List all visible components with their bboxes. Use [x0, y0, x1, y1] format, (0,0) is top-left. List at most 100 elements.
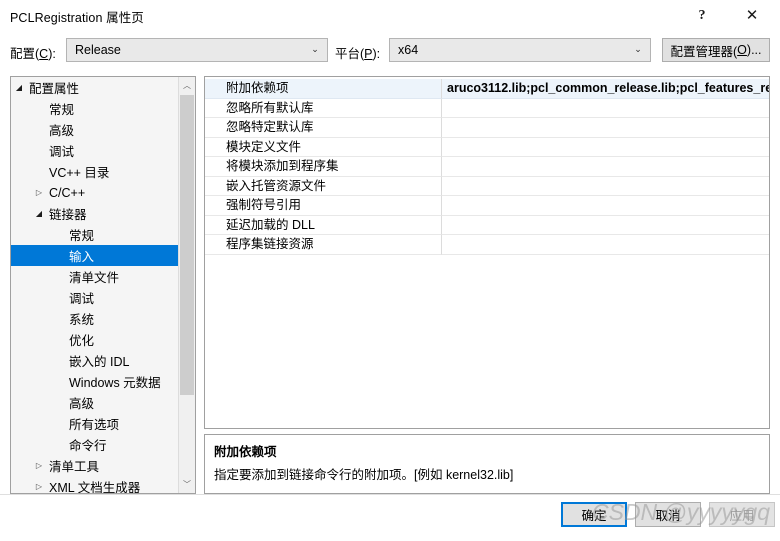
property-row[interactable]: 忽略所有默认库 [205, 98, 769, 118]
property-name: 模块定义文件 [205, 138, 441, 157]
scrollbar-thumb[interactable] [180, 95, 194, 395]
tree-item-3[interactable]: 调试 [11, 140, 179, 161]
chevron-down-icon: ⌄ [311, 44, 319, 55]
tree-item-label: 清单工具 [49, 460, 100, 474]
chevron-down-icon: ⌄ [634, 44, 642, 55]
configuration-combobox[interactable]: Release ⌄ [66, 38, 328, 62]
apply-button: 应用 [709, 502, 775, 527]
tree-item-label: 链接器 [49, 208, 87, 222]
tree-item-17[interactable]: 命令行 [11, 434, 179, 455]
tree-item-label: 清单文件 [69, 271, 120, 285]
property-value[interactable] [441, 98, 769, 118]
ok-button[interactable]: 确定 [561, 502, 627, 527]
tree-item-12[interactable]: 优化 [11, 329, 179, 350]
property-row[interactable]: 延迟加载的 DLL [205, 215, 769, 235]
property-name: 附加依赖项 [205, 79, 441, 99]
tree-item-5[interactable]: ▷ C/C++ [11, 182, 179, 203]
tree-item-2[interactable]: 高级 [11, 119, 179, 140]
tree-item-label: XML 文档生成器 [49, 481, 141, 493]
property-grid[interactable]: 附加依赖项 aruco3112.lib;pcl_common_release.li… [205, 79, 769, 255]
property-value[interactable] [441, 215, 769, 235]
tree-item-16[interactable]: 所有选项 [11, 413, 179, 434]
platform-label: 平台(P): [335, 47, 381, 61]
tree-item-label: C/C++ [49, 185, 86, 200]
expander-expanded-icon[interactable]: ◢ [31, 209, 47, 218]
tree-item-label: VC++ 目录 [49, 166, 110, 180]
property-row[interactable]: 附加依赖项 aruco3112.lib;pcl_common_release.li… [205, 79, 769, 99]
tree-item-label: 嵌入的 IDL [69, 355, 130, 369]
property-name: 忽略所有默认库 [205, 99, 441, 118]
platform-combobox[interactable]: x64 ⌄ [389, 38, 651, 62]
tree-item-9[interactable]: 清单文件 [11, 266, 179, 287]
expander-collapsed-icon[interactable]: ▷ [31, 188, 47, 197]
help-button[interactable]: ? [680, 0, 724, 31]
tree-item-11[interactable]: 系统 [11, 308, 179, 329]
tree-item-7[interactable]: 常规 [11, 224, 179, 245]
tree-item-15[interactable]: 高级 [11, 392, 179, 413]
tree-item-label: 所有选项 [69, 418, 120, 432]
property-value[interactable] [441, 196, 769, 216]
tree-item-14[interactable]: Windows 元数据 [11, 371, 179, 392]
tree-item-label: 优化 [69, 334, 95, 348]
tree-item-label: 输入 [69, 250, 95, 264]
tree-item-10[interactable]: 调试 [11, 287, 179, 308]
tree-item-13[interactable]: 嵌入的 IDL [11, 350, 179, 371]
window-title: PCLRegistration 属性页 [10, 11, 144, 25]
property-value[interactable] [441, 235, 769, 255]
property-name: 延迟加载的 DLL [205, 216, 441, 235]
property-grid-panel: 附加依赖项 aruco3112.lib;pcl_common_release.li… [204, 76, 770, 429]
description-title: 附加依赖项 [214, 445, 277, 459]
property-value[interactable] [441, 137, 769, 157]
description-panel: 附加依赖项 指定要添加到链接命令行的附加项。[例如 kernel32.lib] [204, 434, 770, 494]
property-name: 将模块添加到程序集 [205, 157, 441, 177]
tree-item-label: 系统 [69, 313, 95, 327]
property-value[interactable] [441, 176, 769, 196]
expander-expanded-icon[interactable]: ◢ [11, 83, 27, 92]
description-body: 指定要添加到链接命令行的附加项。[例如 kernel32.lib] [214, 468, 514, 482]
tree-scrollbar[interactable]: ︿ ﹀ [178, 77, 195, 493]
property-tree-panel: ◢ 配置属性 常规 高级 调试 VC++ 目录 ▷ C/C++ ◢ 链接器 常规 输入 清单文件 调试 系统… [10, 76, 196, 494]
tree-item-label: 调试 [69, 292, 95, 306]
tree-item-4[interactable]: VC++ 目录 [11, 161, 179, 182]
configuration-label: 配置(C): [10, 47, 56, 61]
tree-item-label: 高级 [49, 124, 75, 138]
scroll-down-arrow-icon[interactable]: ﹀ [179, 476, 195, 493]
property-name: 程序集链接资源 [205, 235, 441, 255]
tree-item-label: 常规 [69, 229, 95, 243]
property-name: 强制符号引用 [205, 196, 441, 216]
close-button[interactable]: ✕ [730, 0, 774, 31]
tree-item-6[interactable]: ◢ 链接器 [11, 203, 179, 224]
tree-item-18[interactable]: ▷ 清单工具 [11, 455, 179, 476]
tree-item-0[interactable]: ◢ 配置属性 [11, 77, 179, 98]
property-row[interactable]: 模块定义文件 [205, 137, 769, 157]
dialog-footer: 确定 取消 应用 [0, 494, 780, 541]
property-row[interactable]: 程序集链接资源 [205, 235, 769, 255]
close-icon: ✕ [745, 6, 759, 24]
configuration-manager-button[interactable]: 配置管理器(O)... [662, 38, 770, 62]
footer-divider [0, 494, 780, 495]
property-name: 嵌入托管资源文件 [205, 177, 441, 196]
tree-item-8[interactable]: 输入 [11, 245, 179, 266]
scroll-up-arrow-icon[interactable]: ︿ [179, 77, 195, 94]
tree-item-label: 常规 [49, 103, 75, 117]
tree-item-1[interactable]: 常规 [11, 98, 179, 119]
expander-collapsed-icon[interactable]: ▷ [31, 461, 47, 470]
platform-value: x64 [398, 43, 419, 57]
cancel-button[interactable]: 取消 [635, 502, 701, 527]
expander-collapsed-icon[interactable]: ▷ [31, 482, 47, 491]
tree-item-label: 调试 [49, 145, 75, 159]
question-mark-icon: ? [698, 7, 706, 23]
configuration-toolbar: 配置(C): Release ⌄ 平台(P): x64 ⌄ 配置管理器(O)..… [0, 34, 780, 68]
tree-item-label: 配置属性 [29, 82, 80, 96]
property-row[interactable]: 强制符号引用 [205, 196, 769, 216]
property-tree[interactable]: ◢ 配置属性 常规 高级 调试 VC++ 目录 ▷ C/C++ ◢ 链接器 常规 输入 清单文件 调试 系统… [11, 77, 179, 493]
property-value[interactable] [441, 118, 769, 138]
property-row[interactable]: 将模块添加到程序集 [205, 157, 769, 177]
configuration-value: Release [75, 43, 121, 57]
property-value[interactable]: aruco3112.lib;pcl_common_release.lib;pcl… [441, 79, 769, 99]
property-row[interactable]: 忽略特定默认库 [205, 118, 769, 138]
title-bar: PCLRegistration 属性页 ? ✕ [0, 0, 780, 31]
property-value[interactable] [441, 157, 769, 177]
tree-item-19[interactable]: ▷ XML 文档生成器 [11, 476, 179, 493]
property-row[interactable]: 嵌入托管资源文件 [205, 176, 769, 196]
